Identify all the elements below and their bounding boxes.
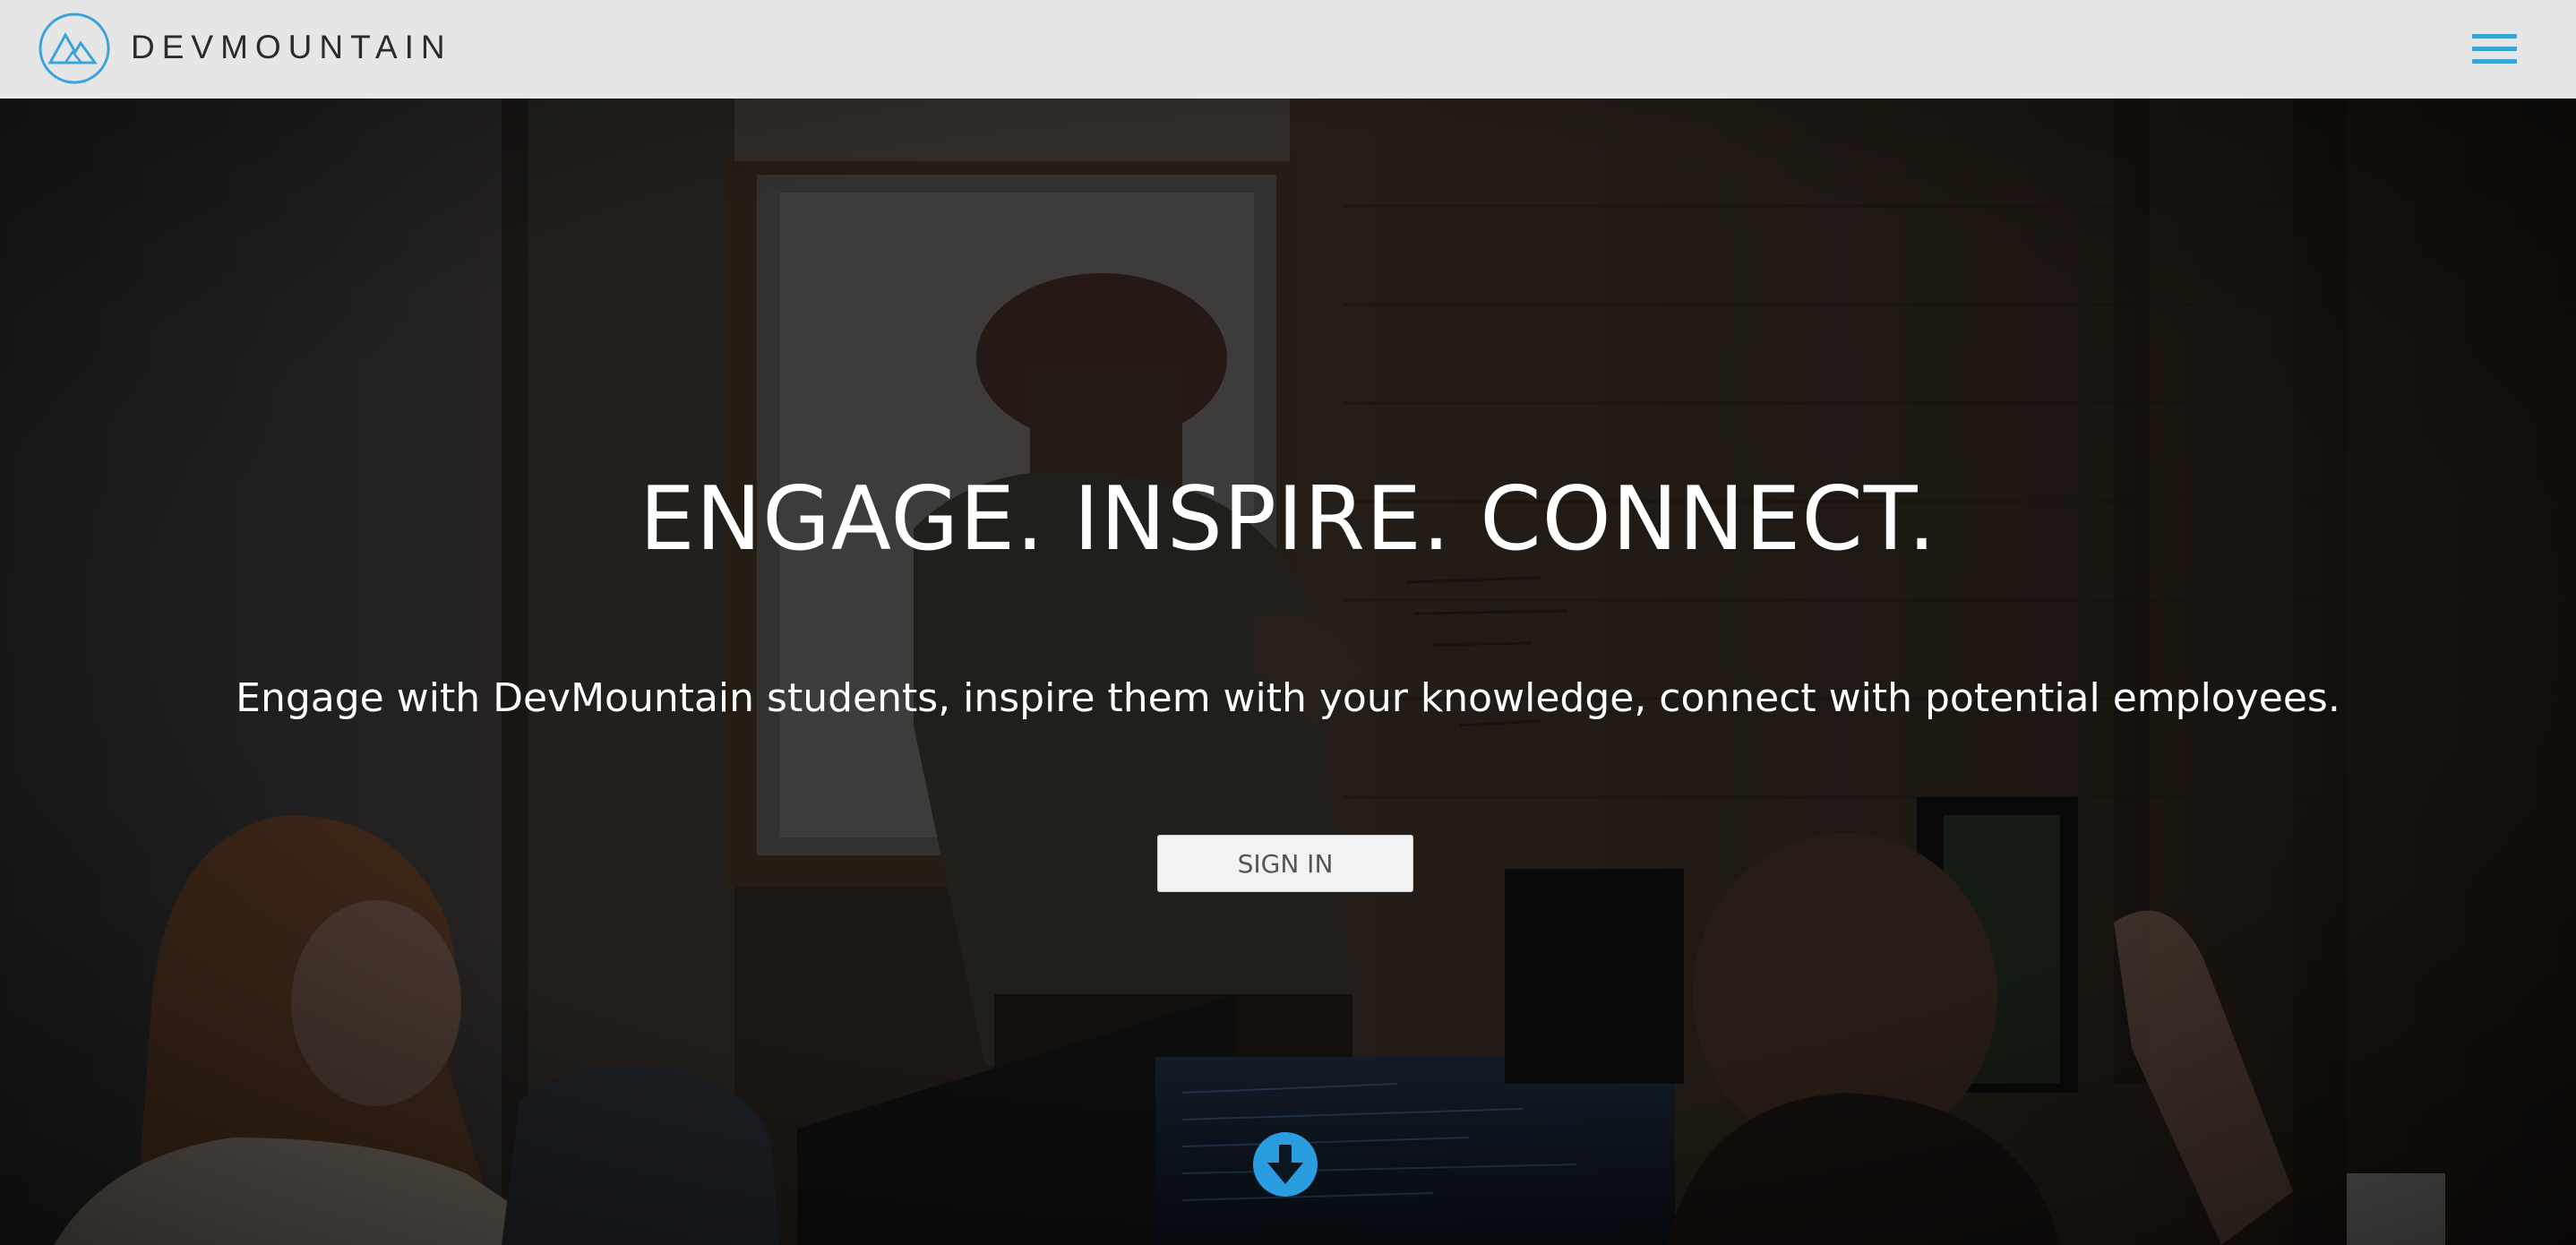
arrow-down-circle-icon[interactable] bbox=[1253, 1132, 1318, 1197]
sign-in-button[interactable]: SIGN IN bbox=[1157, 835, 1413, 892]
brand-name[interactable]: DEVMOUNTAIN bbox=[131, 25, 452, 70]
hamburger-menu-icon[interactable] bbox=[2472, 30, 2517, 66]
mountain-logo-icon[interactable] bbox=[38, 12, 111, 85]
top-navbar: DEVMOUNTAIN bbox=[0, 0, 2576, 99]
hero-title: ENGAGE. INSPIRE. CONNECT. bbox=[639, 468, 1937, 571]
hero-section: ENGAGE. INSPIRE. CONNECT. Engage with De… bbox=[0, 99, 2576, 1245]
hero-subtitle: Engage with DevMountain students, inspir… bbox=[236, 675, 2340, 721]
